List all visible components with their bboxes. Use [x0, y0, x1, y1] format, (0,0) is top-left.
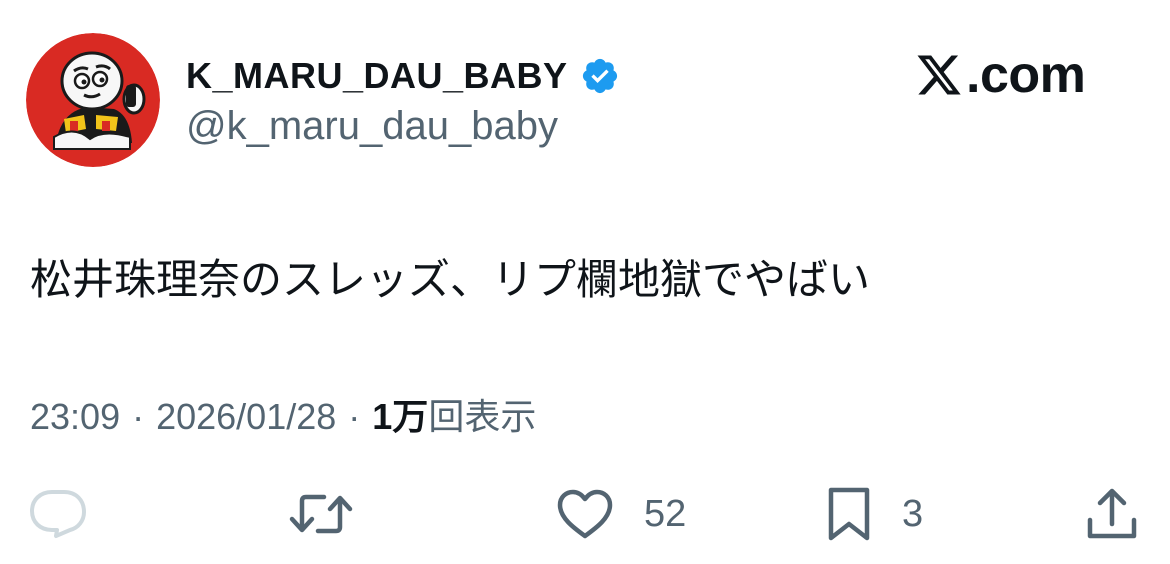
x-logo-icon	[917, 55, 961, 95]
retweet-button[interactable]	[288, 484, 354, 544]
reply-button[interactable]	[28, 484, 88, 544]
display-name[interactable]: K_MARU_DAU_BABY	[186, 55, 568, 97]
user-handle[interactable]: @k_maru_dau_baby	[186, 104, 558, 149]
display-name-row[interactable]: K_MARU_DAU_BABY	[186, 52, 620, 100]
share-icon	[1087, 488, 1137, 539]
verified-badge-icon	[582, 58, 617, 94]
like-button[interactable]: 52	[556, 484, 686, 544]
bookmark-button[interactable]: 3	[826, 484, 923, 544]
bookmark-count: 3	[902, 492, 924, 535]
retweet-icon	[289, 494, 353, 534]
heart-icon	[557, 489, 613, 539]
meta-separator: ·	[132, 396, 145, 437]
meta-separator: ·	[348, 396, 361, 437]
tweet-text: 松井珠理奈のスレッズ、リプ欄地獄でやばい	[30, 255, 871, 304]
reply-icon	[30, 490, 86, 538]
share-button[interactable]	[1086, 484, 1138, 544]
tweet-meta: 23:09 · 2026/01/28 · 1万 回表示	[30, 388, 536, 440]
views-label: 回表示	[428, 396, 537, 437]
tweet-time[interactable]: 23:09	[30, 396, 120, 438]
mascot-avatar-icon	[26, 33, 160, 167]
avatar[interactable]	[26, 33, 160, 167]
views-count: 1万	[372, 396, 429, 437]
site-domain-label: .com	[966, 46, 1086, 104]
site-logo: .com	[914, 46, 1086, 104]
like-count: 52	[644, 492, 687, 535]
tweet-date[interactable]: 2026/01/28	[156, 396, 336, 438]
bookmark-icon	[828, 487, 870, 541]
